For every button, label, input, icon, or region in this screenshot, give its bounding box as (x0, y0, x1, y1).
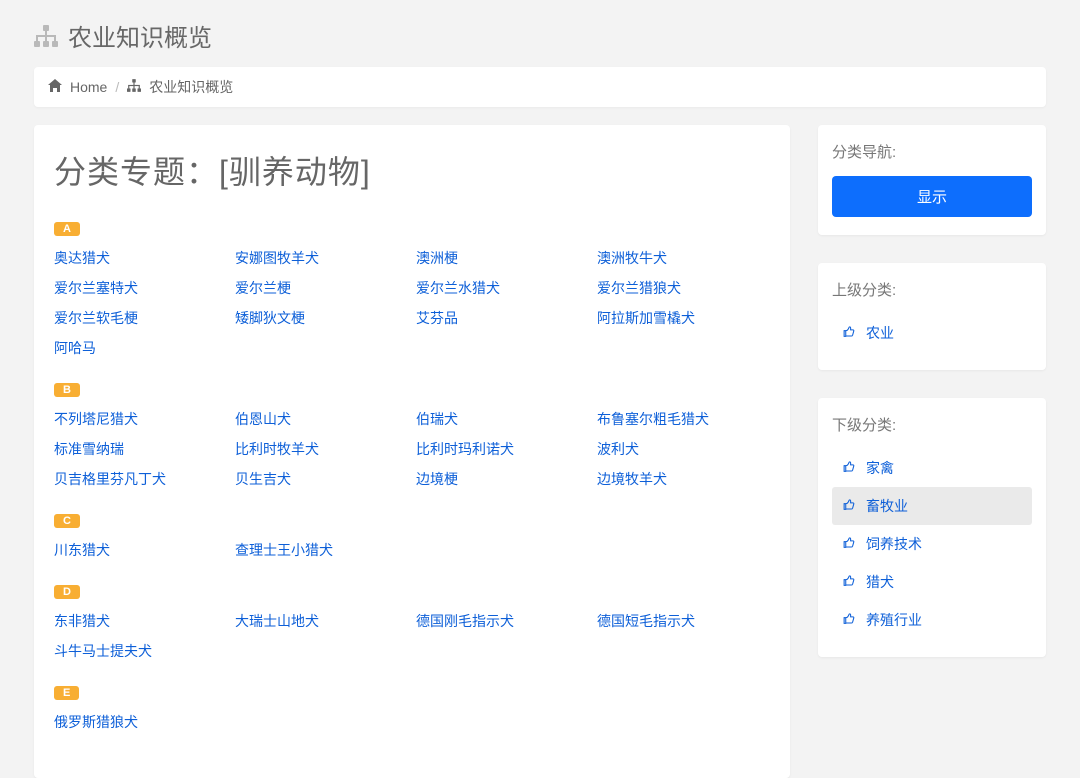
nav-title: 分类导航: (832, 141, 1032, 162)
list-item[interactable]: 农业 (832, 314, 1032, 352)
sitemap-icon (34, 25, 58, 47)
list-item[interactable]: 家禽 (832, 449, 1032, 487)
thumbs-up-icon (842, 574, 856, 590)
category-link[interactable]: 边境梗 (416, 469, 591, 489)
title-prefix: 分类专题： (54, 154, 219, 190)
child-category-panel: 下级分类: 家禽畜牧业饲养技术猎犬养殖行业 (818, 398, 1046, 657)
parent-list: 农业 (832, 314, 1032, 352)
page-header: 农业知识概览 (34, 0, 1046, 67)
category-link[interactable]: 艾芬品 (416, 308, 591, 328)
category-link[interactable]: 澳洲梗 (416, 248, 591, 268)
main-panel: 分类专题：[驯养动物] A奥达猎犬安娜图牧羊犬澳洲梗澳洲牧牛犬爱尔兰塞特犬爱尔兰… (34, 125, 790, 778)
items-grid: 俄罗斯猎狼犬 (52, 712, 772, 732)
child-list: 家禽畜牧业饲养技术猎犬养殖行业 (832, 449, 1032, 639)
list-item[interactable]: 畜牧业 (832, 487, 1032, 525)
category-link[interactable]: 东非猎犬 (54, 611, 229, 631)
category-link[interactable]: 查理士王小猎犬 (235, 540, 410, 560)
letter-badge: A (54, 222, 80, 236)
category-link[interactable]: 斗牛马士提夫犬 (54, 641, 229, 661)
category-link[interactable]: 标准雪纳瑞 (54, 439, 229, 459)
parent-title: 上级分类: (832, 279, 1032, 300)
category-link[interactable]: 比利时牧羊犬 (235, 439, 410, 459)
category-link[interactable]: 德国刚毛指示犬 (416, 611, 591, 631)
category-link[interactable]: 矮脚狄文梗 (235, 308, 410, 328)
category-link[interactable]: 俄罗斯猎狼犬 (54, 712, 229, 732)
category-link[interactable]: 阿哈马 (54, 338, 229, 358)
category-link[interactable]: 贝生吉犬 (235, 469, 410, 489)
thumbs-up-icon (842, 325, 856, 341)
category-link[interactable]: 爱尔兰软毛梗 (54, 308, 229, 328)
category-link[interactable]: 伯恩山犬 (235, 409, 410, 429)
items-grid: 东非猎犬大瑞士山地犬德国刚毛指示犬德国短毛指示犬斗牛马士提夫犬 (52, 611, 772, 661)
category-link[interactable]: 爱尔兰塞特犬 (54, 278, 229, 298)
category-link[interactable]: 伯瑞犬 (416, 409, 591, 429)
list-item-link[interactable]: 饲养技术 (866, 534, 922, 554)
category-link[interactable]: 奥达猎犬 (54, 248, 229, 268)
letter-group-b: B 不列塔尼猎犬伯恩山犬伯瑞犬布鲁塞尔粗毛猎犬标准雪纳瑞比利时牧羊犬比利时玛利诺犬… (52, 380, 772, 489)
child-title: 下级分类: (832, 414, 1032, 435)
page-title: 农业知识概览 (68, 18, 212, 53)
category-link[interactable]: 德国短毛指示犬 (597, 611, 772, 631)
items-grid: 不列塔尼猎犬伯恩山犬伯瑞犬布鲁塞尔粗毛猎犬标准雪纳瑞比利时牧羊犬比利时玛利诺犬波… (52, 409, 772, 489)
parent-category-panel: 上级分类: 农业 (818, 263, 1046, 370)
category-link[interactable]: 不列塔尼猎犬 (54, 409, 229, 429)
category-link[interactable]: 爱尔兰梗 (235, 278, 410, 298)
list-item-link[interactable]: 农业 (866, 323, 894, 343)
category-title: 分类专题：[驯养动物] (54, 147, 772, 193)
list-item-link[interactable]: 畜牧业 (866, 496, 908, 516)
category-link[interactable]: 爱尔兰猎狼犬 (597, 278, 772, 298)
show-button[interactable]: 显示 (832, 176, 1032, 217)
breadcrumb-current: 农业知识概览 (149, 77, 233, 97)
list-item-link[interactable]: 养殖行业 (866, 610, 922, 630)
home-icon (48, 79, 62, 95)
list-item[interactable]: 饲养技术 (832, 525, 1032, 563)
breadcrumb-separator: / (115, 79, 119, 95)
category-link[interactable]: 贝吉格里芬凡丁犬 (54, 469, 229, 489)
category-link[interactable]: 澳洲牧牛犬 (597, 248, 772, 268)
list-item[interactable]: 养殖行业 (832, 601, 1032, 639)
category-link[interactable]: 边境牧羊犬 (597, 469, 772, 489)
breadcrumb-home[interactable]: Home (70, 79, 107, 95)
category-link[interactable]: 布鲁塞尔粗毛猎犬 (597, 409, 772, 429)
title-subject: [驯养动物] (219, 154, 371, 190)
sitemap-icon-small (127, 79, 141, 95)
category-link[interactable]: 爱尔兰水猎犬 (416, 278, 591, 298)
letter-badge: C (54, 514, 80, 528)
nav-panel: 分类导航: 显示 (818, 125, 1046, 235)
thumbs-up-icon (842, 498, 856, 514)
thumbs-up-icon (842, 460, 856, 476)
letter-badge: E (54, 686, 79, 700)
category-link[interactable]: 安娜图牧羊犬 (235, 248, 410, 268)
category-link[interactable]: 阿拉斯加雪橇犬 (597, 308, 772, 328)
thumbs-up-icon (842, 536, 856, 552)
letter-group-a: A 奥达猎犬安娜图牧羊犬澳洲梗澳洲牧牛犬爱尔兰塞特犬爱尔兰梗爱尔兰水猎犬爱尔兰猎狼… (52, 219, 772, 358)
list-item[interactable]: 猎犬 (832, 563, 1032, 601)
items-grid: 川东猎犬查理士王小猎犬 (52, 540, 772, 560)
letter-group-c: C 川东猎犬查理士王小猎犬 (52, 511, 772, 560)
letter-group-e: E 俄罗斯猎狼犬 (52, 683, 772, 732)
category-link[interactable]: 比利时玛利诺犬 (416, 439, 591, 459)
letter-group-d: D 东非猎犬大瑞士山地犬德国刚毛指示犬德国短毛指示犬斗牛马士提夫犬 (52, 582, 772, 661)
list-item-link[interactable]: 猎犬 (866, 572, 894, 592)
category-link[interactable]: 波利犬 (597, 439, 772, 459)
breadcrumb: Home / 农业知识概览 (34, 67, 1046, 107)
items-grid: 奥达猎犬安娜图牧羊犬澳洲梗澳洲牧牛犬爱尔兰塞特犬爱尔兰梗爱尔兰水猎犬爱尔兰猎狼犬… (52, 248, 772, 358)
list-item-link[interactable]: 家禽 (866, 458, 894, 478)
letter-badge: B (54, 383, 80, 397)
thumbs-up-icon (842, 612, 856, 628)
category-link[interactable]: 川东猎犬 (54, 540, 229, 560)
category-link[interactable]: 大瑞士山地犬 (235, 611, 410, 631)
letter-badge: D (54, 585, 80, 599)
